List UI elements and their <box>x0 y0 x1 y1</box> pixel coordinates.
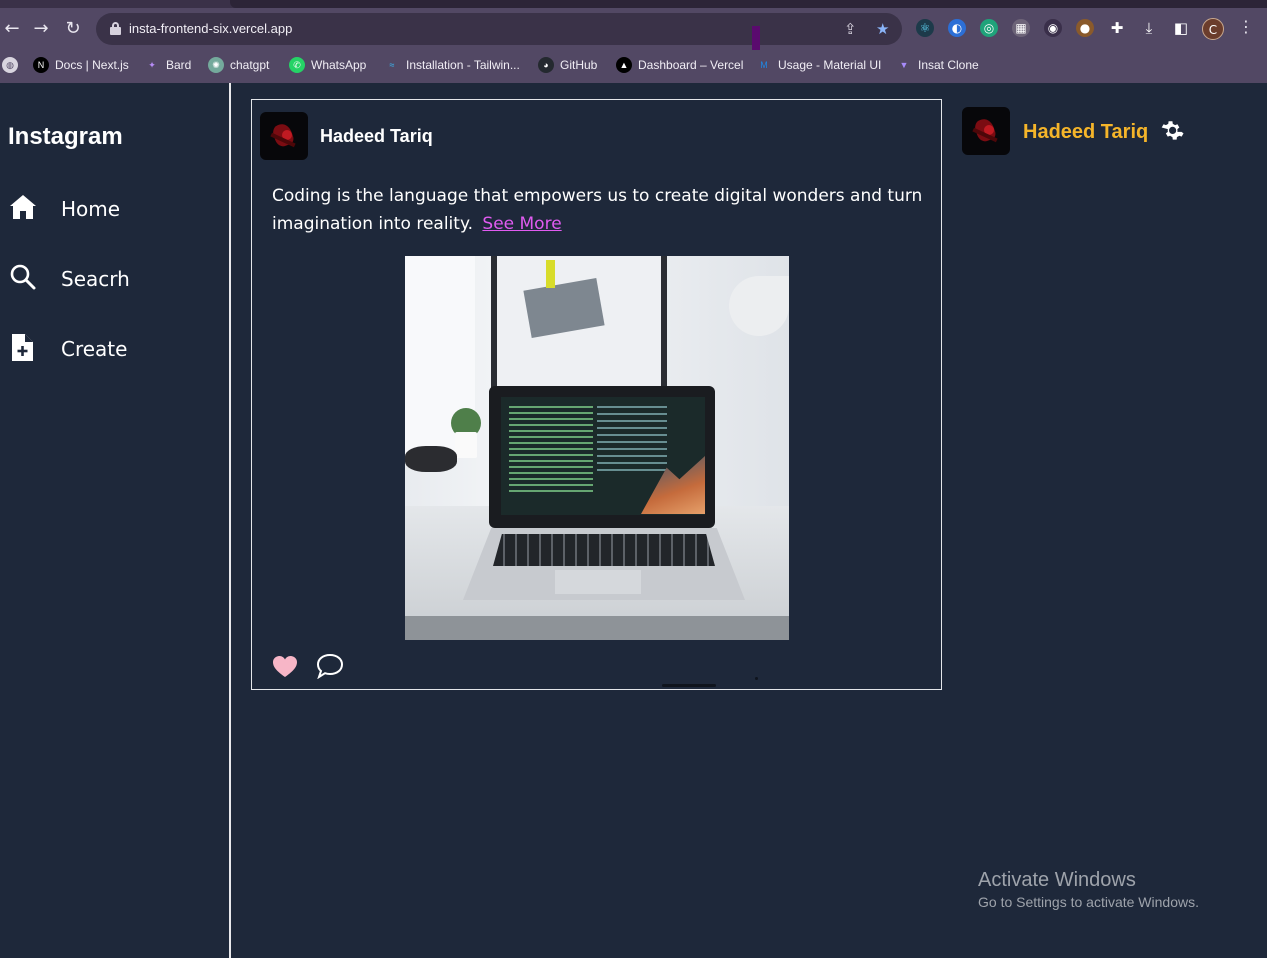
bookmark-label: Docs | Next.js <box>55 58 129 72</box>
tailwind-icon: ≈ <box>389 60 395 70</box>
download-icon[interactable]: ⤓ <box>1140 19 1158 37</box>
profile-panel-avatar[interactable] <box>962 107 1010 155</box>
sidebar-item-label: Home <box>61 197 121 221</box>
share-icon[interactable]: ⇪ <box>844 20 857 38</box>
post-image[interactable] <box>405 256 789 640</box>
activate-windows-watermark: Activate Windows Go to Settings to activ… <box>978 868 1199 912</box>
bookmarks-bar: ◍ N Docs | Next.js ✦ Bard ✺ chatgpt ✆ Wh… <box>0 52 1267 76</box>
bookmark-chatgpt[interactable]: ✺ chatgpt <box>208 56 269 74</box>
chatgpt-icon: ✺ <box>208 57 224 73</box>
post-caption: Coding is the language that empowers us … <box>272 182 932 238</box>
whatsapp-icon: ✆ <box>289 57 305 73</box>
home-icon <box>10 195 36 219</box>
bookmark-vercel[interactable]: ▲ Dashboard – Vercel <box>616 56 743 74</box>
bookmark-mui[interactable]: M Usage - Material UI <box>756 56 881 74</box>
react-devtools-icon[interactable]: ⚛ <box>916 19 934 37</box>
extension-blue-icon[interactable]: ◐ <box>948 19 966 37</box>
forward-icon[interactable]: → <box>29 16 53 42</box>
vite-icon: ▼ <box>899 60 909 70</box>
sidebar-item-label: Create <box>61 337 128 361</box>
bookmark-label: Bard <box>166 58 192 72</box>
nextjs-icon: N <box>33 57 49 73</box>
bookmark-whatsapp[interactable]: ✆ WhatsApp <box>289 56 366 74</box>
activate-subtitle: Go to Settings to activate Windows. <box>978 894 1199 910</box>
profile-avatar[interactable]: C <box>1202 18 1224 40</box>
mui-icon: M <box>760 60 768 70</box>
bookmark-label: Dashboard – Vercel <box>638 58 744 72</box>
sidebar-item-label: Seacrh <box>61 267 130 291</box>
bard-icon: ✦ <box>148 60 156 70</box>
post-caption-text: Coding is the language that empowers us … <box>272 186 923 234</box>
github-icon: ◕ <box>538 57 554 73</box>
brand-logo[interactable]: Instagram <box>8 123 123 151</box>
browser-chrome: ← → ↻ insta-frontend-six.vercel.app ⇪ ★ … <box>0 0 1267 83</box>
extension-glasses-icon[interactable]: ◉ <box>1044 19 1062 37</box>
reload-icon[interactable]: ↻ <box>61 16 85 42</box>
bookmark-label: Usage - Material UI <box>778 58 882 72</box>
post-actions <box>272 653 372 679</box>
side-panel-icon[interactable]: ◧ <box>1172 19 1190 37</box>
bookmark-star-icon[interactable]: ★ <box>876 20 889 38</box>
scroll-indicator <box>662 684 716 687</box>
cookie-icon[interactable]: ● <box>1076 19 1094 37</box>
extension-gray-icon[interactable]: ▦ <box>1012 19 1030 37</box>
bookmark-insat-clone[interactable]: ▼ Insat Clone <box>896 56 979 74</box>
url-text[interactable]: insta-frontend-six.vercel.app <box>129 21 292 36</box>
extension-green-icon[interactable]: ◎ <box>980 19 998 37</box>
post-avatar[interactable] <box>260 112 308 160</box>
post-card: Hadeed Tariq Coding is the language that… <box>251 99 942 690</box>
vercel-icon: ▲ <box>616 57 632 73</box>
tab-strip-fill <box>230 0 1267 8</box>
activate-title: Activate Windows <box>978 869 1136 891</box>
bookmark-label: GitHub <box>560 58 598 72</box>
sidebar-divider <box>229 83 231 958</box>
bookmark-globe[interactable]: ◍ <box>2 56 18 74</box>
search-icon <box>10 264 36 290</box>
sidebar-item-search[interactable]: Seacrh <box>8 260 208 296</box>
sidebar-item-home[interactable]: Home <box>8 190 208 226</box>
bookmark-bard[interactable]: ✦ Bard <box>144 56 191 74</box>
bookmark-github[interactable]: ◕ GitHub <box>538 56 597 74</box>
scroll-dot <box>755 677 758 680</box>
comment-icon[interactable] <box>316 653 344 679</box>
profile-panel-username[interactable]: Hadeed Tariq <box>1023 121 1148 144</box>
bookmark-label: WhatsApp <box>311 58 367 72</box>
overlay-marker <box>752 26 760 50</box>
globe-icon: ◍ <box>2 57 18 73</box>
sidebar-item-create[interactable]: Create <box>8 330 208 366</box>
address-bar[interactable]: insta-frontend-six.vercel.app ⇪ ★ <box>96 13 902 45</box>
more-menu-icon[interactable]: ⋮ <box>1238 17 1254 36</box>
lock-icon[interactable] <box>110 22 121 35</box>
bookmark-nextjs[interactable]: N Docs | Next.js <box>33 56 129 74</box>
bookmark-tailwind[interactable]: ≈ Installation - Tailwin... <box>384 56 520 74</box>
see-more-link[interactable]: See More <box>482 214 561 234</box>
create-file-icon <box>12 334 33 361</box>
settings-gear-icon[interactable] <box>1160 119 1184 143</box>
extensions-puzzle-icon[interactable]: ✚ <box>1108 19 1126 37</box>
bookmark-label: Installation - Tailwin... <box>406 58 520 72</box>
like-heart-icon[interactable] <box>272 655 298 679</box>
post-username[interactable]: Hadeed Tariq <box>320 126 433 147</box>
bookmark-label: chatgpt <box>230 58 270 72</box>
back-icon[interactable]: ← <box>0 16 24 42</box>
bookmark-label: Insat Clone <box>918 58 979 72</box>
